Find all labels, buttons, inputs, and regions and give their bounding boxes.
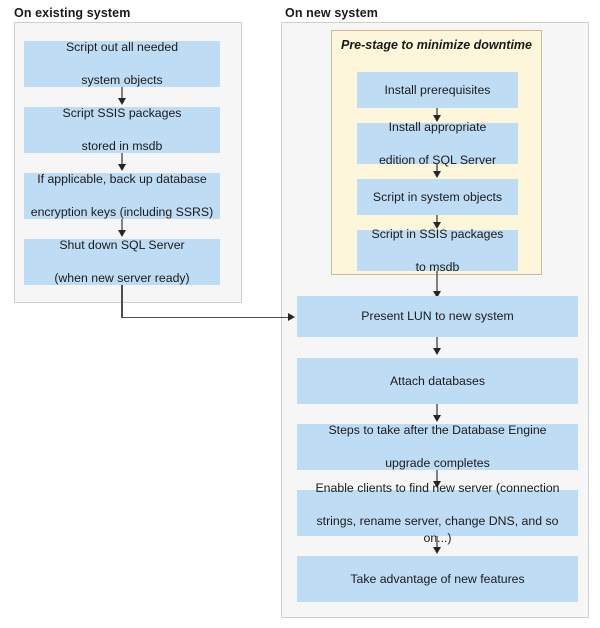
column-title-existing-system: On existing system (14, 6, 131, 20)
node-line-1: Script in SSIS packages (371, 226, 504, 241)
node-line-1: Take advantage of new features (350, 571, 525, 586)
node-line-1: Script SSIS packages (62, 106, 182, 121)
cross-lane-connector-horizontal (121, 316, 289, 318)
node-install-prerequisites[interactable]: Install prerequisites (357, 72, 518, 108)
node-line-1: Steps to take after the Database Engine (328, 423, 547, 438)
arrow-head-new-4 (432, 547, 441, 554)
node-shut-down-sql-server[interactable]: Shut down SQL Server (when new server re… (24, 238, 220, 285)
prestage-group-title: Pre-stage to minimize downtime (340, 38, 532, 52)
node-script-ssis-packages-msdb[interactable]: Script SSIS packages stored in msdb (24, 106, 220, 153)
node-script-in-system-objects[interactable]: Script in system objects (357, 179, 518, 215)
node-present-lun-to-new-system[interactable]: Present LUN to new system (297, 296, 578, 337)
node-backup-encryption-keys[interactable]: If applicable, back up database encrypti… (24, 172, 220, 219)
arrow-head-existing-1 (117, 98, 126, 105)
arrow-head-existing-3 (117, 230, 126, 237)
node-steps-after-database-engine-upgrade[interactable]: Steps to take after the Database Engine … (297, 423, 578, 470)
node-script-in-ssis-packages-msdb[interactable]: Script in SSIS packages to msdb (357, 227, 518, 274)
node-line-1: Enable clients to find new server (conne… (315, 481, 560, 495)
arrow-line-prestage-exit (436, 271, 438, 293)
arrow-head-prestage-2 (432, 171, 441, 178)
node-line-1: If applicable, back up database (37, 172, 207, 187)
cross-lane-connector-vertical (121, 285, 123, 318)
node-line-1: Install prerequisites (384, 82, 491, 97)
node-line-1: Install appropriate (388, 119, 487, 134)
node-take-advantage-of-new-features[interactable]: Take advantage of new features (297, 556, 578, 602)
arrow-head-new-2 (432, 415, 441, 422)
node-line-1: Present LUN to new system (361, 309, 514, 324)
arrow-head-new-1 (432, 348, 441, 355)
cross-lane-connector-arrowhead (288, 312, 295, 321)
node-enable-clients-find-new-server[interactable]: Enable clients to find new server (conne… (297, 481, 578, 545)
node-line-1: Script out all needed (65, 40, 179, 55)
diagram-canvas: On existing system On new system Script … (0, 0, 600, 628)
node-script-out-system-objects[interactable]: Script out all needed system objects (24, 40, 220, 87)
node-install-sql-server-edition[interactable]: Install appropriate edition of SQL Serve… (357, 120, 518, 167)
node-line-1: Script in system objects (372, 189, 503, 204)
node-line-1: Attach databases (389, 373, 486, 388)
node-attach-databases[interactable]: Attach databases (297, 358, 578, 404)
node-line-1: Shut down SQL Server (59, 238, 185, 253)
arrow-head-existing-2 (117, 164, 126, 171)
column-title-new-system: On new system (285, 6, 378, 20)
